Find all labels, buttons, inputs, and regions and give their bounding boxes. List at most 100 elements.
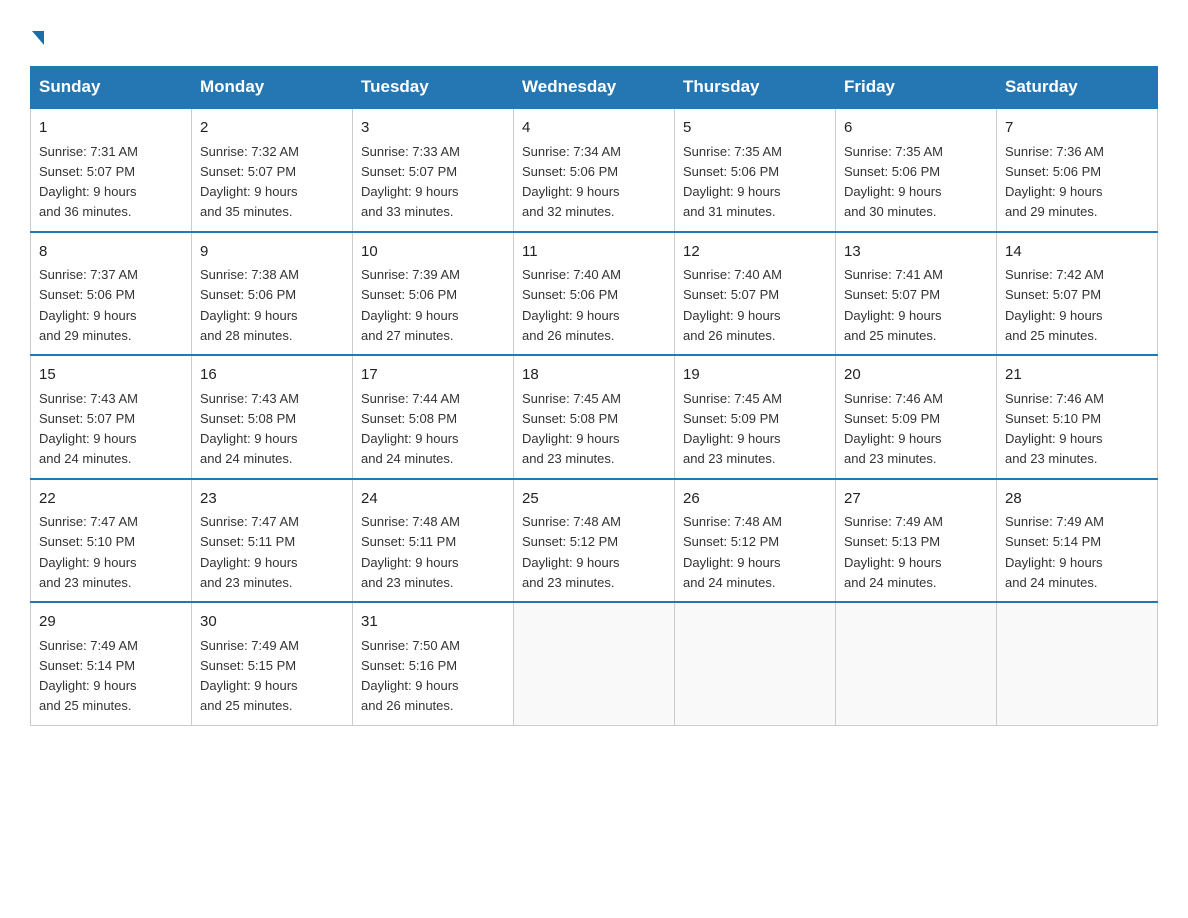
day-info: Sunrise: 7:49 AMSunset: 5:13 PMDaylight:… bbox=[844, 514, 943, 590]
day-cell: 15 Sunrise: 7:43 AMSunset: 5:07 PMDaylig… bbox=[31, 355, 192, 479]
day-number: 27 bbox=[844, 488, 988, 511]
day-info: Sunrise: 7:31 AMSunset: 5:07 PMDaylight:… bbox=[39, 144, 138, 220]
day-number: 5 bbox=[683, 117, 827, 140]
day-info: Sunrise: 7:47 AMSunset: 5:10 PMDaylight:… bbox=[39, 514, 138, 590]
day-info: Sunrise: 7:41 AMSunset: 5:07 PMDaylight:… bbox=[844, 267, 943, 343]
calendar-body: 1 Sunrise: 7:31 AMSunset: 5:07 PMDayligh… bbox=[31, 108, 1158, 725]
day-info: Sunrise: 7:43 AMSunset: 5:07 PMDaylight:… bbox=[39, 391, 138, 467]
day-info: Sunrise: 7:40 AMSunset: 5:06 PMDaylight:… bbox=[522, 267, 621, 343]
day-info: Sunrise: 7:38 AMSunset: 5:06 PMDaylight:… bbox=[200, 267, 299, 343]
day-info: Sunrise: 7:40 AMSunset: 5:07 PMDaylight:… bbox=[683, 267, 782, 343]
logo-arrow-icon bbox=[32, 31, 44, 45]
day-number: 24 bbox=[361, 488, 505, 511]
day-info: Sunrise: 7:49 AMSunset: 5:14 PMDaylight:… bbox=[1005, 514, 1104, 590]
day-number: 16 bbox=[200, 364, 344, 387]
day-number: 26 bbox=[683, 488, 827, 511]
day-cell: 8 Sunrise: 7:37 AMSunset: 5:06 PMDayligh… bbox=[31, 232, 192, 356]
day-cell: 11 Sunrise: 7:40 AMSunset: 5:06 PMDaylig… bbox=[514, 232, 675, 356]
day-number: 15 bbox=[39, 364, 183, 387]
day-cell: 7 Sunrise: 7:36 AMSunset: 5:06 PMDayligh… bbox=[997, 108, 1158, 232]
day-cell: 26 Sunrise: 7:48 AMSunset: 5:12 PMDaylig… bbox=[675, 479, 836, 603]
day-cell: 12 Sunrise: 7:40 AMSunset: 5:07 PMDaylig… bbox=[675, 232, 836, 356]
day-number: 31 bbox=[361, 611, 505, 634]
weekday-sunday: Sunday bbox=[31, 67, 192, 109]
week-row-3: 15 Sunrise: 7:43 AMSunset: 5:07 PMDaylig… bbox=[31, 355, 1158, 479]
day-info: Sunrise: 7:49 AMSunset: 5:14 PMDaylight:… bbox=[39, 638, 138, 714]
day-number: 12 bbox=[683, 241, 827, 264]
week-row-2: 8 Sunrise: 7:37 AMSunset: 5:06 PMDayligh… bbox=[31, 232, 1158, 356]
weekday-tuesday: Tuesday bbox=[353, 67, 514, 109]
day-cell bbox=[514, 602, 675, 725]
weekday-friday: Friday bbox=[836, 67, 997, 109]
day-cell: 13 Sunrise: 7:41 AMSunset: 5:07 PMDaylig… bbox=[836, 232, 997, 356]
day-cell: 27 Sunrise: 7:49 AMSunset: 5:13 PMDaylig… bbox=[836, 479, 997, 603]
day-cell: 17 Sunrise: 7:44 AMSunset: 5:08 PMDaylig… bbox=[353, 355, 514, 479]
day-cell: 16 Sunrise: 7:43 AMSunset: 5:08 PMDaylig… bbox=[192, 355, 353, 479]
logo-general bbox=[30, 20, 44, 52]
day-number: 21 bbox=[1005, 364, 1149, 387]
day-info: Sunrise: 7:33 AMSunset: 5:07 PMDaylight:… bbox=[361, 144, 460, 220]
day-number: 25 bbox=[522, 488, 666, 511]
day-cell: 1 Sunrise: 7:31 AMSunset: 5:07 PMDayligh… bbox=[31, 108, 192, 232]
day-number: 8 bbox=[39, 241, 183, 264]
day-cell: 18 Sunrise: 7:45 AMSunset: 5:08 PMDaylig… bbox=[514, 355, 675, 479]
day-number: 17 bbox=[361, 364, 505, 387]
day-info: Sunrise: 7:35 AMSunset: 5:06 PMDaylight:… bbox=[844, 144, 943, 220]
week-row-1: 1 Sunrise: 7:31 AMSunset: 5:07 PMDayligh… bbox=[31, 108, 1158, 232]
day-number: 4 bbox=[522, 117, 666, 140]
day-cell: 30 Sunrise: 7:49 AMSunset: 5:15 PMDaylig… bbox=[192, 602, 353, 725]
day-info: Sunrise: 7:46 AMSunset: 5:09 PMDaylight:… bbox=[844, 391, 943, 467]
day-number: 18 bbox=[522, 364, 666, 387]
week-row-4: 22 Sunrise: 7:47 AMSunset: 5:10 PMDaylig… bbox=[31, 479, 1158, 603]
day-cell: 29 Sunrise: 7:49 AMSunset: 5:14 PMDaylig… bbox=[31, 602, 192, 725]
day-number: 3 bbox=[361, 117, 505, 140]
page-header bbox=[30, 20, 1158, 48]
weekday-thursday: Thursday bbox=[675, 67, 836, 109]
day-number: 7 bbox=[1005, 117, 1149, 140]
day-number: 14 bbox=[1005, 241, 1149, 264]
day-cell: 4 Sunrise: 7:34 AMSunset: 5:06 PMDayligh… bbox=[514, 108, 675, 232]
weekday-wednesday: Wednesday bbox=[514, 67, 675, 109]
day-info: Sunrise: 7:36 AMSunset: 5:06 PMDaylight:… bbox=[1005, 144, 1104, 220]
day-cell: 19 Sunrise: 7:45 AMSunset: 5:09 PMDaylig… bbox=[675, 355, 836, 479]
logo bbox=[30, 20, 44, 48]
day-info: Sunrise: 7:48 AMSunset: 5:12 PMDaylight:… bbox=[683, 514, 782, 590]
day-number: 20 bbox=[844, 364, 988, 387]
day-number: 23 bbox=[200, 488, 344, 511]
day-cell bbox=[675, 602, 836, 725]
day-info: Sunrise: 7:44 AMSunset: 5:08 PMDaylight:… bbox=[361, 391, 460, 467]
day-number: 28 bbox=[1005, 488, 1149, 511]
day-cell: 20 Sunrise: 7:46 AMSunset: 5:09 PMDaylig… bbox=[836, 355, 997, 479]
day-cell: 23 Sunrise: 7:47 AMSunset: 5:11 PMDaylig… bbox=[192, 479, 353, 603]
day-number: 2 bbox=[200, 117, 344, 140]
day-info: Sunrise: 7:48 AMSunset: 5:12 PMDaylight:… bbox=[522, 514, 621, 590]
weekday-monday: Monday bbox=[192, 67, 353, 109]
day-number: 13 bbox=[844, 241, 988, 264]
day-cell: 21 Sunrise: 7:46 AMSunset: 5:10 PMDaylig… bbox=[997, 355, 1158, 479]
day-info: Sunrise: 7:50 AMSunset: 5:16 PMDaylight:… bbox=[361, 638, 460, 714]
calendar-table: SundayMondayTuesdayWednesdayThursdayFrid… bbox=[30, 66, 1158, 726]
day-info: Sunrise: 7:45 AMSunset: 5:08 PMDaylight:… bbox=[522, 391, 621, 467]
day-number: 19 bbox=[683, 364, 827, 387]
day-info: Sunrise: 7:42 AMSunset: 5:07 PMDaylight:… bbox=[1005, 267, 1104, 343]
day-info: Sunrise: 7:35 AMSunset: 5:06 PMDaylight:… bbox=[683, 144, 782, 220]
day-info: Sunrise: 7:47 AMSunset: 5:11 PMDaylight:… bbox=[200, 514, 299, 590]
day-number: 1 bbox=[39, 117, 183, 140]
day-cell: 28 Sunrise: 7:49 AMSunset: 5:14 PMDaylig… bbox=[997, 479, 1158, 603]
day-number: 9 bbox=[200, 241, 344, 264]
weekday-saturday: Saturday bbox=[997, 67, 1158, 109]
day-cell: 2 Sunrise: 7:32 AMSunset: 5:07 PMDayligh… bbox=[192, 108, 353, 232]
day-info: Sunrise: 7:37 AMSunset: 5:06 PMDaylight:… bbox=[39, 267, 138, 343]
day-info: Sunrise: 7:46 AMSunset: 5:10 PMDaylight:… bbox=[1005, 391, 1104, 467]
day-number: 29 bbox=[39, 611, 183, 634]
day-cell: 6 Sunrise: 7:35 AMSunset: 5:06 PMDayligh… bbox=[836, 108, 997, 232]
day-number: 22 bbox=[39, 488, 183, 511]
day-info: Sunrise: 7:45 AMSunset: 5:09 PMDaylight:… bbox=[683, 391, 782, 467]
day-cell bbox=[997, 602, 1158, 725]
day-info: Sunrise: 7:48 AMSunset: 5:11 PMDaylight:… bbox=[361, 514, 460, 590]
day-number: 10 bbox=[361, 241, 505, 264]
day-info: Sunrise: 7:49 AMSunset: 5:15 PMDaylight:… bbox=[200, 638, 299, 714]
week-row-5: 29 Sunrise: 7:49 AMSunset: 5:14 PMDaylig… bbox=[31, 602, 1158, 725]
day-number: 11 bbox=[522, 241, 666, 264]
day-cell: 14 Sunrise: 7:42 AMSunset: 5:07 PMDaylig… bbox=[997, 232, 1158, 356]
